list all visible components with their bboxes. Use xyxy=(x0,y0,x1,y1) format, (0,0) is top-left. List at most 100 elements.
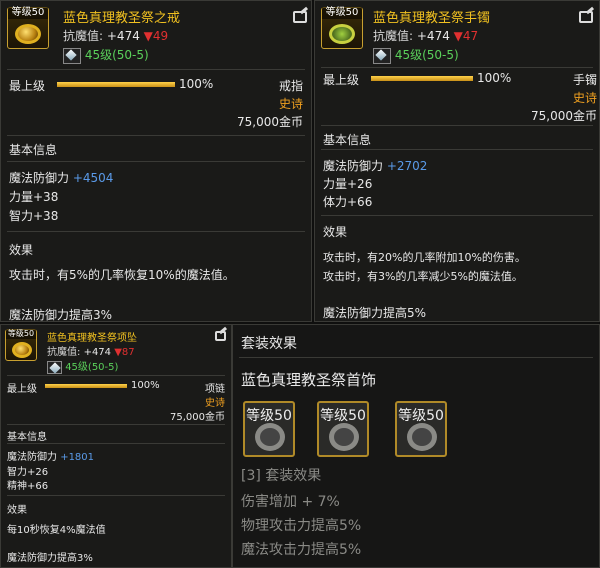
sub-stat: 精神+66 xyxy=(7,481,49,492)
effect-line: 攻击时，有3%的几率减少5%的魔法值。 xyxy=(323,270,523,283)
item-type: 戒指 xyxy=(278,79,303,93)
resist-row: 抗魔值: +474 ▼87 xyxy=(47,343,135,358)
edit-icon[interactable] xyxy=(293,11,307,23)
item-name: 蓝色真理教圣祭项坠 xyxy=(47,333,137,344)
resist-up: +474 xyxy=(106,29,140,43)
grade-bar-fill xyxy=(45,384,127,388)
basic-info-title: 基本信息 xyxy=(9,143,58,157)
item-name: 蓝色真理教圣祭之戒 xyxy=(63,11,181,26)
resist-up: +474 xyxy=(83,347,112,358)
bracelet-icon xyxy=(329,423,359,451)
main-stat-row: 魔法防御力 +1801 xyxy=(7,448,94,463)
ring-icon xyxy=(15,24,41,44)
main-stat-row: 魔法防御力 +2702 xyxy=(323,157,427,174)
item-type: 手镯 xyxy=(572,73,597,87)
item-price: 75,000金币 xyxy=(531,109,597,123)
necklace-icon xyxy=(255,423,285,451)
resist-down: ▼87 xyxy=(114,347,135,358)
set-slot-bracelet[interactable]: 等级50 xyxy=(317,401,369,457)
grade-label: 最上级 xyxy=(323,73,360,87)
edit-icon[interactable] xyxy=(215,331,226,341)
level-req-row: 45级(50-5) xyxy=(47,358,118,374)
grade-label: 最上级 xyxy=(9,79,46,93)
effect-title: 效果 xyxy=(9,243,34,257)
item-name: 蓝色真理教圣祭手镯 xyxy=(373,11,491,26)
item-tooltip-bracelet: 等级50 蓝色真理教圣祭手镯 抗魔值: +474 ▼47 45级(50-5) 最… xyxy=(314,0,600,322)
item-tooltip-necklace: 等级50 蓝色真理教圣祭项坠 抗魔值: +474 ▼87 45级(50-5) 最… xyxy=(0,324,232,568)
effect-title: 效果 xyxy=(7,505,27,516)
slot-level: 等级50 xyxy=(320,408,366,424)
basic-info-title: 基本信息 xyxy=(7,432,47,443)
set-effect-title: 套装效果 xyxy=(241,336,297,352)
effect-line: 攻击时，有20%的几率附加10%的伤害。 xyxy=(323,251,526,264)
set-effect-panel: 套装效果 蓝色真理教圣祭首饰 等级50 等级50 等级50 [3] 套装效果 伤… xyxy=(232,324,600,568)
resist-label: 抗魔值: xyxy=(63,29,104,43)
level-req-row: 45级(50-5) xyxy=(63,46,149,64)
item-level-badge: 等级50 xyxy=(8,7,48,19)
set-bonus-header: [3] 套装效果 xyxy=(241,468,322,484)
divider xyxy=(7,231,305,232)
set-name: 蓝色真理教圣祭首饰 xyxy=(241,371,377,389)
main-stat-label: 魔法防御力 xyxy=(9,171,70,185)
resist-row: 抗魔值: +474 ▼49 xyxy=(63,27,168,44)
main-stat-row: 魔法防御力 +4504 xyxy=(9,169,113,186)
effect-title: 效果 xyxy=(323,225,348,239)
main-stat-value: +4504 xyxy=(72,171,114,185)
grade-pct: 100% xyxy=(179,77,214,91)
slot-level: 等级50 xyxy=(398,408,444,424)
divider xyxy=(7,443,225,444)
main-stat-label: 魔法防御力 xyxy=(323,159,384,173)
basic-info-title: 基本信息 xyxy=(323,133,372,147)
crystal-icon xyxy=(47,360,62,374)
effect-footer: 魔法防御力提高3% xyxy=(7,553,93,564)
level-req: 45级(50-5) xyxy=(394,48,459,62)
divider xyxy=(7,424,225,425)
item-icon-ring: 等级50 xyxy=(7,7,49,49)
sub-stat: 体力+66 xyxy=(323,195,373,209)
grade-bar-fill xyxy=(57,82,175,87)
divider xyxy=(7,69,305,70)
divider xyxy=(321,67,593,68)
grade-bar xyxy=(371,76,473,81)
grade-bar xyxy=(45,384,127,388)
divider xyxy=(7,375,225,376)
ring-icon xyxy=(407,423,437,451)
set-bonus: 物理攻击力提高5% xyxy=(241,518,362,534)
divider xyxy=(321,149,593,150)
grade-pct: 100% xyxy=(477,71,512,85)
resist-label: 抗魔值: xyxy=(373,29,414,43)
effect-footer: 魔法防御力提高5% xyxy=(323,306,427,320)
item-tooltip-ring: 等级50 蓝色真理教圣祭之戒 抗魔值: +474 ▼49 45级(50-5) 最… xyxy=(0,0,312,322)
sub-stat: 力量+38 xyxy=(9,190,59,204)
grade-bar xyxy=(57,82,175,87)
set-slot-necklace[interactable]: 等级50 xyxy=(243,401,295,457)
item-icon-necklace: 等级50 xyxy=(5,329,37,361)
divider xyxy=(7,495,225,496)
divider xyxy=(239,357,593,358)
bracelet-icon xyxy=(329,24,355,44)
resist-label: 抗魔值: xyxy=(47,347,81,358)
slot-level: 等级50 xyxy=(246,408,292,424)
set-slot-ring[interactable]: 等级50 xyxy=(395,401,447,457)
item-price: 75,000金币 xyxy=(170,412,225,423)
item-rarity: 史诗 xyxy=(278,97,303,111)
resist-down: ▼47 xyxy=(453,29,479,43)
item-price: 75,000金币 xyxy=(237,115,303,129)
necklace-icon xyxy=(12,342,32,358)
level-req: 45级(50-5) xyxy=(84,48,149,62)
item-level-badge: 等级50 xyxy=(6,329,36,339)
divider xyxy=(321,125,593,126)
item-rarity: 史诗 xyxy=(572,91,597,105)
main-stat-value: +2702 xyxy=(386,159,428,173)
grade-pct: 100% xyxy=(131,380,160,391)
grade-label: 最上级 xyxy=(7,384,37,395)
divider xyxy=(7,161,305,162)
set-bonus: 伤害增加 + 7% xyxy=(241,494,340,510)
crystal-icon xyxy=(373,47,391,64)
edit-icon[interactable] xyxy=(579,11,593,23)
effect-line: 每10秒恢复4%魔法值 xyxy=(7,525,106,536)
sub-stat: 智力+26 xyxy=(7,467,49,478)
item-icon-bracelet: 等级50 xyxy=(321,7,363,49)
divider xyxy=(7,135,305,136)
grade-bar-fill xyxy=(371,76,473,81)
